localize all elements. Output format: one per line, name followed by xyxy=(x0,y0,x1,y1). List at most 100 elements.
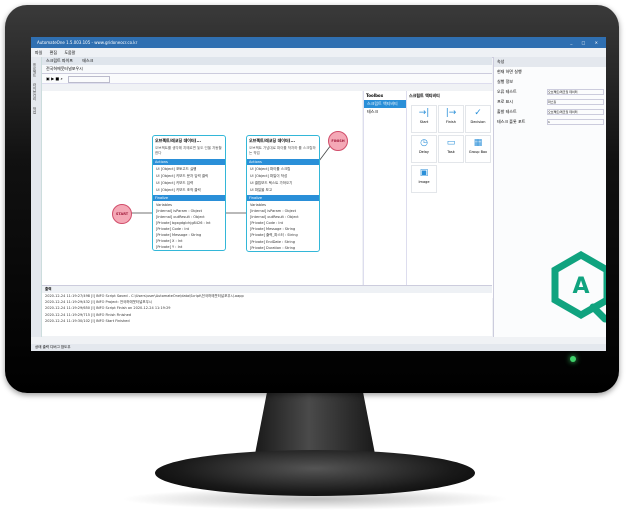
variable-row: [Private] Y : Int xyxy=(156,245,183,249)
tile-decision[interactable]: ✓ Decision xyxy=(465,105,491,133)
left-rail: 프로젝트 라이브러리 작업 xyxy=(31,57,42,337)
tile-label: Delay xyxy=(418,150,430,154)
activity-card[interactable]: 오브젝트/레코딩 데이터(... 오브젝트를 생각해 지에르면 놓도 인을 자동… xyxy=(152,135,226,251)
log-line: 2020-12-24 11:19:30/102 [I] INFO Start F… xyxy=(45,318,130,323)
menu-edit[interactable]: 편집 xyxy=(50,50,57,55)
rail-item-task[interactable]: 작업 xyxy=(33,107,38,114)
tile-start[interactable]: →| Start xyxy=(411,105,437,133)
property-row[interactable]: 프로 표시 마스킹 xyxy=(494,97,606,107)
window-title: AutomateOne 1.5.003.105 - www.gridoneocr… xyxy=(37,40,138,45)
properties-header: 속성 xyxy=(494,57,606,67)
task-icon: ▭ xyxy=(446,138,456,148)
action-row[interactable]: UI 파일을 보고 xyxy=(247,187,319,194)
tile-label: Image xyxy=(418,180,430,184)
finalize-header[interactable]: Finalize xyxy=(153,195,225,201)
action-row[interactable]: UI [Object] 키보드 조작 클릭 xyxy=(153,187,225,194)
tile-label: Start xyxy=(419,120,429,124)
canvas-toolbar: ▣ ▶ ■ ⌕ xyxy=(42,74,492,84)
document-tabs: 전국허에웃터널포우시 xyxy=(42,65,492,74)
start-icon: →| xyxy=(418,108,430,118)
tile-label: Task xyxy=(447,150,455,154)
action-row[interactable]: UI 클립보드 텍스트 가져오기 xyxy=(247,180,319,187)
save-icon[interactable]: ▣ xyxy=(46,76,50,81)
property-key: 오류 테스트 xyxy=(497,89,517,94)
menu-file[interactable]: 파일 xyxy=(35,50,42,55)
action-row[interactable]: UI [Object] 포토고드 실행 xyxy=(153,166,225,173)
window-titlebar: AutomateOne 1.5.003.105 - www.gridoneocr… xyxy=(31,37,606,48)
finalize-header[interactable]: Finalize xyxy=(247,195,319,201)
tile-finish[interactable]: |→ Finish xyxy=(438,105,464,133)
activity-palette: 스크립트 액티비티 →| Start |→ Finish ✓ Decision … xyxy=(406,91,493,298)
variable-row: [Private] 출력_파스터 : String xyxy=(250,233,298,237)
status-right[interactable]: 디버그 참도우 xyxy=(50,345,70,349)
action-row[interactable]: UI [Object] 키보드 입력 xyxy=(153,180,225,187)
property-value[interactable]: 1 xyxy=(547,119,604,125)
toolbox-panel: Toolbox 스크립트 액티비티 테스크 xyxy=(363,91,406,298)
property-value[interactable]: 오브젝트/레코딩 데이터 xyxy=(547,89,604,95)
decision-icon: ✓ xyxy=(474,108,482,118)
image-icon: ▣ xyxy=(419,168,429,178)
monitor-bezel: AutomateOne 1.5.003.105 - www.gridoneocr… xyxy=(5,5,619,393)
monitor-stand-base xyxy=(155,450,475,496)
activity-card[interactable]: 오브젝트/레코딩 데이터(... 오브젝트 가넘대로 파이를 작자하 를 스크립… xyxy=(246,135,320,252)
tree-sub[interactable]: 실행 정보 xyxy=(494,77,606,87)
toolbox-item[interactable]: 스크립트 액티비티 xyxy=(364,100,406,108)
svg-text:A: A xyxy=(572,274,589,299)
tile-image[interactable]: ▣ Image xyxy=(411,165,437,193)
property-row[interactable]: 출발 테스트 오브젝트/레코딩 데이터 xyxy=(494,107,606,117)
brand-logo-icon: A xyxy=(551,251,606,323)
doc-tab[interactable]: 전국허에웃터널포우시 xyxy=(46,66,83,71)
power-led xyxy=(570,356,576,362)
property-row[interactable]: 테스크 플롯 포트 1 xyxy=(494,117,606,127)
tile-group-box[interactable]: ▦ Group Box xyxy=(465,135,491,163)
finish-node[interactable]: FINISH xyxy=(328,131,348,151)
palette-title: 스크립트 액티비티 xyxy=(409,93,440,98)
output-title: 출력 xyxy=(42,286,492,293)
status-bar: 상태 출력 디버그 참도우 xyxy=(31,344,606,351)
property-value[interactable]: 오브젝트/레코딩 데이터 xyxy=(547,109,604,115)
tree-root-label: 현재 하면 실행 xyxy=(497,69,522,74)
toolbox-item[interactable]: 테스크 xyxy=(364,108,406,116)
workflow-canvas[interactable]: START FINISH 오브젝트/레코딩 데이터(... 오브젝트를 생각해 … xyxy=(42,91,362,298)
action-row[interactable]: UI [Object] 파일이 작성 xyxy=(247,173,319,180)
main-tabs: 스크립트 파이프 테스크 xyxy=(42,57,492,65)
action-row[interactable]: UI [Object] 키보드 문자 입력 클릭 xyxy=(153,173,225,180)
rail-item-project[interactable]: 프로젝트 xyxy=(33,63,38,77)
tile-task[interactable]: ▭ Task xyxy=(438,135,464,163)
status-left[interactable]: 상태 xyxy=(35,345,41,349)
run-icon[interactable]: ▶ xyxy=(51,76,54,81)
actions-header[interactable]: Actions xyxy=(153,159,225,165)
activity-title: 오브젝트/레코딩 데이터(... xyxy=(155,138,202,143)
variable-row: [Private] Duration : String xyxy=(250,246,296,250)
activity-desc: 오브젝트를 생각해 지에르면 놓도 인을 자동할 한다 xyxy=(155,146,222,155)
rail-item-library[interactable]: 라이브러리 xyxy=(33,83,38,101)
output-panel: 출력 2020-12-24 11:19:27/498 [I] INFO Scri… xyxy=(42,285,492,336)
property-row[interactable]: 오류 테스트 오브젝트/레코딩 데이터 xyxy=(494,87,606,97)
property-key: 테스크 플롯 포트 xyxy=(497,119,526,124)
tile-label: Finish xyxy=(446,120,456,124)
tile-label: Decision xyxy=(470,120,486,124)
toolbox-title: Toolbox xyxy=(366,93,384,98)
tab-task[interactable]: 테스크 xyxy=(82,58,93,63)
tile-label: Group Box xyxy=(468,150,488,154)
stop-icon[interactable]: ■ xyxy=(55,76,59,81)
activity-desc: 오브젝트 가넘대로 파이를 작자하 를 스크립하는 작업 xyxy=(249,146,316,155)
delay-icon: ◷ xyxy=(420,138,428,148)
property-key: 출발 테스트 xyxy=(497,109,517,114)
search-icon: ⌕ xyxy=(60,76,63,81)
group-box-icon: ▦ xyxy=(473,138,483,148)
menu-help[interactable]: 도움말 xyxy=(64,50,75,55)
search-input[interactable] xyxy=(68,75,111,83)
monitor-stand-neck xyxy=(255,392,375,454)
start-node[interactable]: START xyxy=(112,204,132,224)
status-mid[interactable]: 출력 xyxy=(43,345,49,349)
property-value[interactable]: 마스킹 xyxy=(547,99,604,105)
tab-script-pipe[interactable]: 스크립트 파이프 xyxy=(46,58,73,63)
tree-root[interactable]: 현재 하면 실행 xyxy=(494,67,606,77)
window-controls[interactable]: _ □ ✕ xyxy=(570,37,602,48)
app-screen: AutomateOne 1.5.003.105 - www.gridoneocr… xyxy=(31,37,606,351)
finish-icon: |→ xyxy=(445,108,457,118)
tile-delay[interactable]: ◷ Delay xyxy=(411,135,437,163)
actions-header[interactable]: Actions xyxy=(247,159,319,165)
action-row[interactable]: UI [Object] 파이를 스크립 xyxy=(247,166,319,173)
